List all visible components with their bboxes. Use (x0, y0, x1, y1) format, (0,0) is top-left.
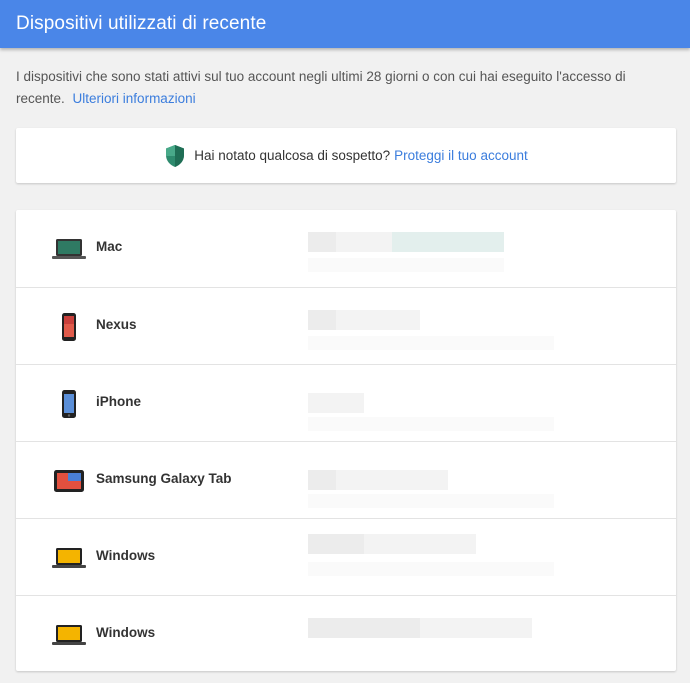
page-title: Dispositivi utilizzati di recente (16, 13, 267, 34)
shield-icon (164, 144, 186, 168)
suspicious-activity-card: Hai notato qualcosa di sospetto? Protegg… (16, 128, 676, 183)
alert-text: Hai notato qualcosa di sospetto? (194, 148, 391, 163)
app-header: Dispositivi utilizzati di recente (0, 0, 690, 48)
laptop-windows-icon (52, 545, 86, 571)
phone-nexus-icon (52, 313, 86, 341)
laptop-mac-icon (52, 236, 86, 262)
device-name: Mac (96, 239, 123, 254)
device-row-windows-1[interactable]: Windows (16, 518, 676, 595)
device-name: Nexus (96, 317, 137, 332)
device-name: iPhone (96, 394, 142, 409)
protect-account-link[interactable]: Proteggi il tuo account (394, 148, 528, 163)
device-name: Windows (96, 548, 156, 563)
device-row-mac[interactable]: Mac (16, 210, 676, 287)
tablet-icon (52, 468, 86, 494)
learn-more-link[interactable]: Ulteriori informazioni (73, 91, 196, 106)
laptop-windows-icon (52, 622, 86, 648)
phone-iphone-icon (52, 390, 86, 418)
devices-list: Mac Nexus iPhone Samsung Galaxy Tab Wind… (16, 210, 676, 671)
device-row-iphone[interactable]: iPhone (16, 364, 676, 441)
device-row-galaxy-tab[interactable]: Samsung Galaxy Tab (16, 441, 676, 518)
device-name: Samsung Galaxy Tab (96, 471, 232, 486)
device-row-nexus[interactable]: Nexus (16, 287, 676, 364)
intro-text: I dispositivi che sono stati attivi sul … (16, 66, 676, 110)
device-name: Windows (96, 625, 156, 640)
device-row-windows-2[interactable]: Windows (16, 595, 676, 672)
